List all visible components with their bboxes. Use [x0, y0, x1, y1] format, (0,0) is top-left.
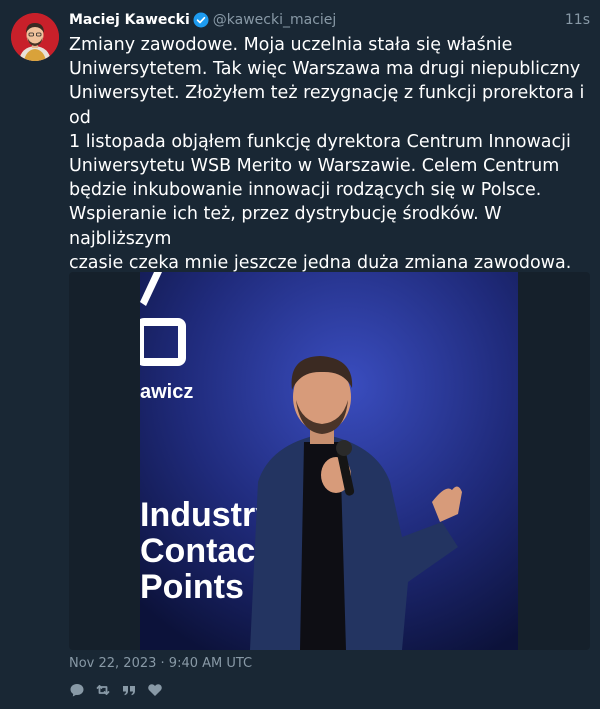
speaker-photo: awicz Industry Contact Points: [140, 272, 518, 650]
tweet-timestamp[interactable]: 11s: [565, 12, 590, 28]
tweet-header: Maciej Kawecki @kawecki_maciej 11s: [69, 10, 590, 30]
tweet-media[interactable]: awicz Industry Contact Points: [69, 272, 590, 650]
display-name[interactable]: Maciej Kawecki: [69, 12, 190, 28]
user-handle[interactable]: @kawecki_maciej: [213, 12, 337, 28]
tweet-date[interactable]: Nov 22, 2023 · 9:40 AM UTC: [69, 656, 252, 671]
reply-icon[interactable]: [69, 682, 85, 698]
retweet-icon[interactable]: [95, 682, 111, 698]
quote-icon[interactable]: [121, 682, 137, 698]
tweet-actions: [69, 682, 163, 698]
photo-text-contact: Contact: [140, 532, 267, 570]
avatar-illustration: [11, 13, 59, 61]
like-icon[interactable]: [147, 682, 163, 698]
verified-badge-icon: [193, 12, 209, 28]
tweet-card[interactable]: Maciej Kawecki @kawecki_maciej 11s Zmian…: [0, 0, 600, 709]
avatar[interactable]: [11, 13, 59, 61]
photo-text-points: Points: [140, 568, 244, 606]
photo-text-wicz: awicz: [140, 381, 193, 403]
photo-text-industry: Industry: [140, 496, 274, 534]
